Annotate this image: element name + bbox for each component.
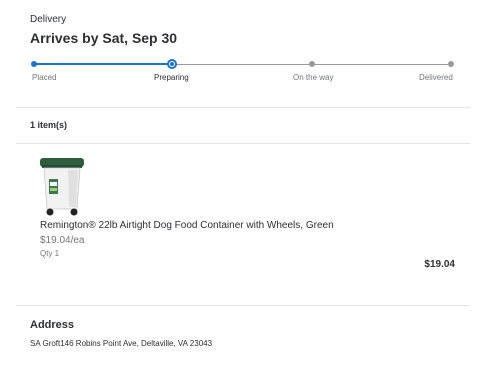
step-label-on-the-way: On the way [293, 73, 334, 82]
address-text: SA Groft146 Robins Point Ave, Deltaville… [30, 339, 213, 348]
divider [16, 107, 470, 108]
divider [16, 143, 470, 144]
product-title[interactable]: Remington® 22lb Airtight Dog Food Contai… [40, 220, 334, 231]
progress-line-completed [34, 63, 172, 65]
step-label-delivered: Delivered [419, 73, 453, 82]
step-label-preparing: Preparing [154, 73, 189, 82]
pet-food-container-icon[interactable] [38, 157, 86, 217]
address-heading: Address [30, 319, 75, 331]
step-dot-placed [31, 61, 37, 67]
delivery-progress-tracker: Placed Preparing On the way Delivered [31, 59, 454, 90]
step-label-placed: Placed [32, 73, 57, 82]
step-dot-delivered [448, 61, 454, 67]
delivery-label: Delivery [30, 14, 67, 25]
line-total-price: $19.04 [424, 259, 455, 270]
arrival-date-title: Arrives by Sat, Sep 30 [30, 30, 178, 46]
product-unit-price: $19.04/ea [40, 235, 85, 246]
step-dot-preparing [167, 59, 177, 69]
items-count: 1 item(s) [30, 120, 68, 130]
product-quantity: Qty 1 [40, 249, 60, 258]
divider [16, 305, 470, 306]
step-dot-on-the-way [309, 61, 315, 67]
